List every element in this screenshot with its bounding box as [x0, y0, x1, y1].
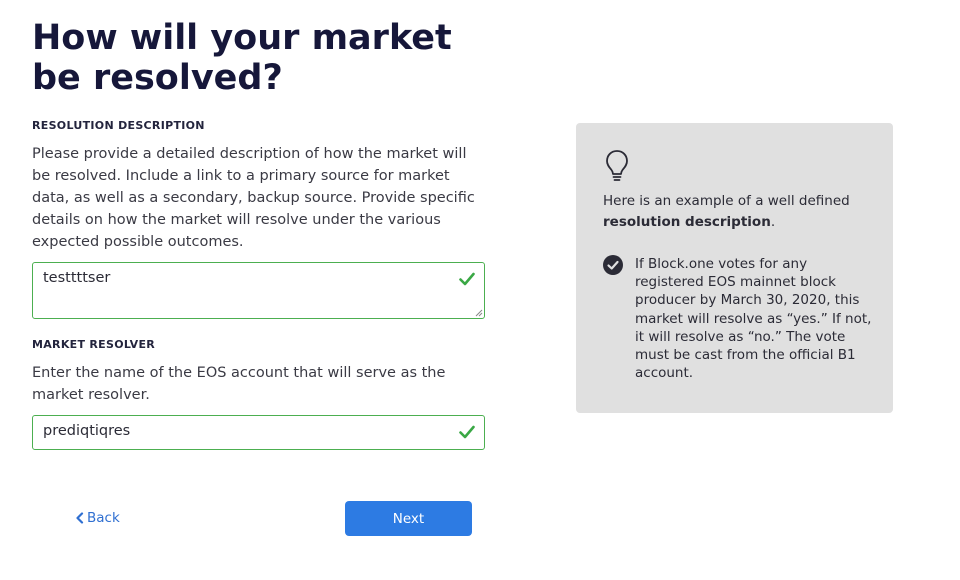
resolution-description-label: RESOLUTION DESCRIPTION: [32, 119, 205, 132]
example-intro-emphasis: resolution description: [603, 214, 771, 230]
back-button[interactable]: Back: [75, 510, 120, 526]
market-resolver-value[interactable]: prediqtiqres: [43, 423, 130, 439]
next-button[interactable]: Next: [345, 501, 472, 536]
back-button-label: Back: [87, 510, 120, 526]
market-resolver-label: MARKET RESOLVER: [32, 338, 156, 351]
chevron-left-icon: [76, 512, 84, 524]
example-intro-text: Here is an example of a well defined: [603, 193, 850, 209]
page-title: How will your market be resolved?: [32, 18, 452, 98]
valid-check-icon: [459, 272, 475, 286]
market-resolver-field[interactable]: prediqtiqres: [32, 415, 485, 450]
example-intro: Here is an example of a well defined res…: [603, 191, 873, 233]
market-resolver-help: Enter the name of the EOS account that w…: [32, 365, 446, 403]
market-resolution-page: How will your market be resolved? RESOLU…: [0, 0, 960, 580]
example-resolution-text: If Block.one votes for any registered EO…: [635, 256, 872, 382]
resolution-description-field[interactable]: testtttser: [32, 262, 485, 319]
valid-check-icon: [459, 425, 475, 439]
resolution-description-value[interactable]: testtttser: [43, 270, 110, 286]
resolution-description-help: Please provide a detailed description of…: [32, 146, 475, 250]
example-panel: Here is an example of a well defined res…: [576, 123, 893, 413]
lightbulb-icon: [606, 150, 628, 181]
resize-handle-icon[interactable]: [475, 309, 483, 317]
example-intro-suffix: .: [770, 214, 776, 230]
check-circle-icon: [603, 255, 623, 275]
